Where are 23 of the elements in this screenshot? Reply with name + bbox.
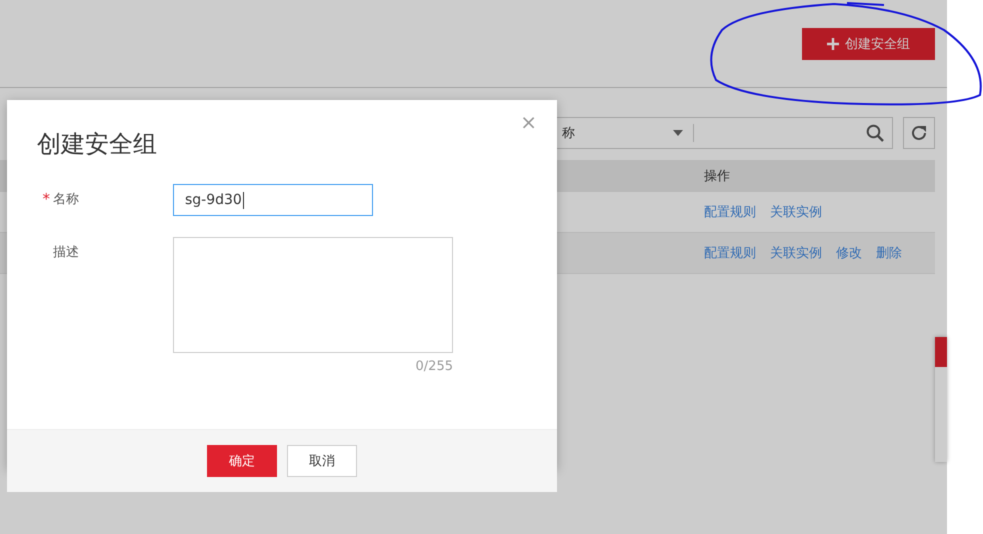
char-counter: 0/255: [414, 359, 453, 374]
search-icon[interactable]: [866, 124, 884, 142]
create-button[interactable]: 创建安全组: [802, 28, 935, 60]
action-link[interactable]: 关联实例: [770, 246, 822, 261]
refresh-icon: [910, 124, 928, 142]
dialog-title: 创建安全组: [37, 129, 157, 160]
action-link[interactable]: 删除: [876, 246, 902, 261]
refresh-button[interactable]: [903, 117, 935, 149]
action-link[interactable]: 修改: [836, 246, 862, 261]
plus-icon: [827, 38, 839, 50]
action-link[interactable]: 配置规则: [704, 205, 756, 220]
confirm-button[interactable]: 确定: [207, 445, 277, 477]
required-mark: *: [42, 190, 50, 208]
cancel-button[interactable]: 取消: [287, 445, 357, 477]
description-field[interactable]: [173, 237, 453, 353]
filter-dropdown[interactable]: 称: [562, 124, 575, 142]
action-link[interactable]: 配置规则: [704, 246, 756, 261]
field-label: 名称: [53, 191, 79, 208]
name-field[interactable]: sg-9d30: [173, 184, 373, 216]
action-link[interactable]: 关联实例: [770, 205, 822, 220]
column-header: 操作: [693, 160, 935, 192]
caret-icon: [673, 130, 683, 136]
field-label: 描述: [53, 244, 79, 261]
